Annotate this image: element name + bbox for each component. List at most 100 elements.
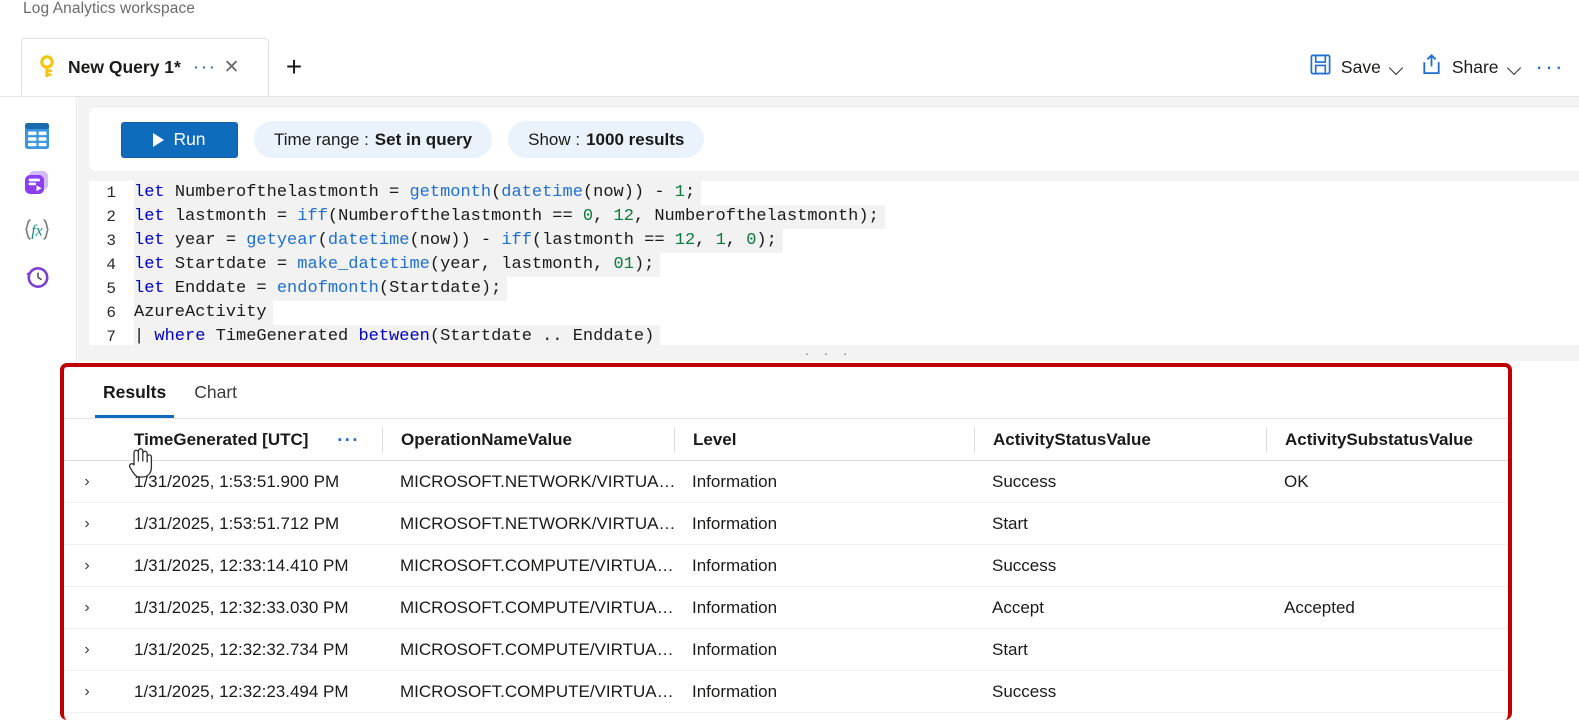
panel-splitter[interactable]: · · · [78,345,1579,361]
results-tab-bar: Results Chart [64,367,1508,419]
time-range-selector[interactable]: Time range : Set in query [254,121,493,158]
query-editor[interactable]: 1 let Numberofthelastmonth = getmonth(dat… [89,181,1579,349]
column-header-activitysubstatusvalue[interactable]: ActivitySubstatusValue [1266,426,1508,453]
row-expand-chevron-icon[interactable]: › [64,557,110,575]
row-expand-chevron-icon[interactable]: › [64,683,110,701]
line-number: 3 [106,232,116,250]
row-expand-chevron-icon[interactable]: › [64,515,110,533]
sidebar-item-tables[interactable] [20,119,60,159]
chevron-down-icon[interactable] [1508,63,1522,72]
show-label: Show : [528,129,581,149]
chevron-down-icon[interactable] [1390,63,1404,72]
cell-timegenerated: 1/31/2025, 12:32:32.734 PM [134,639,349,659]
cell-level: Information [692,639,778,659]
sidebar-item-functions[interactable]: fx [20,213,60,253]
code-text: let Enddate = endofmonth(Startdate); [134,277,508,301]
overflow-menu-icon[interactable]: ··· [1530,56,1579,78]
results-grid: TimeGenerated [UTC] ··· OperationNameVal… [64,419,1508,720]
cell-operationnamevalue: MICROSOFT.COMPUTE/VIRTUA… [400,681,674,701]
table-row[interactable]: › 1/31/2025, 12:33:14.410 PM MICROSOFT.COM… [64,545,1508,587]
row-expand-chevron-icon[interactable]: › [64,599,110,617]
cell-operationnamevalue: MICROSOFT.NETWORK/VIRTUA… [400,471,676,491]
column-header-operationnamevalue[interactable]: OperationNameValue [382,426,674,453]
code-line: 2 let lastmonth = iff(Numberofthelastmont… [89,205,1579,229]
cell-operationnamevalue: MICROSOFT.COMPUTE/VIRTUA… [400,597,674,617]
results-panel: Results Chart TimeGenerated [UTC] ··· Ope… [64,367,1508,720]
show-results-selector[interactable]: Show : 1000 results [508,121,705,158]
cell-activitystatusvalue: Success [992,555,1057,575]
run-button[interactable]: Run [121,121,238,158]
table-row[interactable]: › 1/31/2025, 1:53:51.712 PM MICROSOFT.NETW… [64,503,1508,545]
code-line: 3 let year = getyear(datetime(now)) - iff… [89,229,1579,253]
cell-timegenerated: 1/31/2025, 1:53:51.712 PM [134,513,340,533]
share-button[interactable]: Share [1412,47,1530,87]
run-label: Run [173,129,206,149]
query-tab-title: New Query 1* [68,56,181,77]
time-range-label: Time range : [274,129,369,149]
table-row[interactable]: › 1/31/2025, 12:32:32.734 PM MICROSOFT.COM… [64,629,1508,671]
line-number: 4 [106,256,116,274]
cell-activitysubstatusvalue: Accepted [1284,597,1355,617]
code-line: 1 let Numberofthelastmonth = getmonth(dat… [89,181,1579,205]
column-header-activitystatusvalue[interactable]: ActivityStatusValue [974,426,1266,453]
cell-level: Information [692,513,778,533]
key-icon [36,55,58,79]
query-toolbar: Run Time range : Set in query Show : 100… [89,108,1579,171]
code-line: 4 let Startdate = make_datetime(year, las… [89,253,1579,277]
top-toolbar: Save Share ··· [1301,38,1579,96]
cell-activitystatusvalue: Start [992,639,1028,659]
line-number: 2 [106,208,116,226]
code-text: let year = getyear(datetime(now)) - iff(… [134,229,783,253]
row-expand-chevron-icon[interactable]: › [64,641,110,659]
history-icon [20,267,54,298]
row-expand-chevron-icon[interactable]: › [64,473,110,491]
cell-operationnamevalue: MICROSOFT.COMPUTE/VIRTUA… [400,555,674,575]
table-row[interactable]: › 1/31/2025, 12:32:33.030 PM MICROSOFT.COM… [64,587,1508,629]
cell-level: Information [692,597,778,617]
cell-activitystatusvalue: Success [992,681,1057,701]
cell-level: Information [692,555,778,575]
cell-operationnamevalue: MICROSOFT.COMPUTE/VIRTUA… [400,639,674,659]
play-icon [153,132,165,147]
cell-timegenerated: 1/31/2025, 12:32:33.030 PM [134,597,349,617]
splitter-handle-icon: · · · [804,344,853,362]
tables-icon [20,123,54,157]
sidebar-item-queries[interactable] [20,166,60,206]
column-menu-icon[interactable]: ··· [337,431,360,449]
share-label: Share [1451,56,1499,77]
table-row[interactable]: › 1/31/2025, 12:32:23.494 PM MICROSOFT.COM… [64,671,1508,713]
new-tab-button[interactable]: + [278,52,310,84]
query-panel: Run Time range : Set in query Show : 100… [78,97,1579,359]
code-text: let lastmonth = iff(Numberofthelastmonth… [134,205,885,229]
column-header-level[interactable]: Level [674,426,974,453]
close-icon[interactable]: ✕ [221,58,243,77]
cell-timegenerated: 1/31/2025, 12:32:23.494 PM [134,681,349,701]
functions-icon: fx [20,219,54,251]
sidebar-item-query-history[interactable] [20,260,60,300]
svg-text:fx: fx [31,223,43,240]
column-header-timegenerated-label: TimeGenerated [UTC] [134,429,309,449]
cell-activitystatusvalue: Success [992,471,1057,491]
query-tab-new-query-1[interactable]: New Query 1* ··· ✕ [21,38,269,96]
tab-strip: New Query 1* ··· ✕ + Save Share ··· [0,38,1579,97]
tab-results[interactable]: Results [89,367,180,418]
line-number: 5 [106,280,116,298]
cell-timegenerated: 1/31/2025, 1:53:51.900 PM [134,471,340,491]
code-text: let Numberofthelastmonth = getmonth(date… [134,181,702,205]
code-text: AzureActivity [134,301,273,325]
column-header-timegenerated[interactable]: TimeGenerated [UTC] ··· [110,430,382,450]
cell-activitysubstatusvalue: OK [1284,471,1309,491]
table-row[interactable]: › 1/31/2025, 1:53:51.900 PM MICROSOFT.NETW… [64,461,1508,503]
code-line: 5 let Enddate = endofmonth(Startdate); [89,277,1579,301]
line-number: 6 [106,304,116,322]
tab-chart[interactable]: Chart [180,367,251,418]
query-tab-menu-icon[interactable]: ··· [193,58,217,77]
save-button[interactable]: Save [1301,47,1412,87]
save-floppy-icon [1309,53,1332,81]
cell-level: Information [692,681,778,701]
time-range-value: Set in query [374,129,473,149]
cell-operationnamevalue: MICROSOFT.NETWORK/VIRTUA… [400,513,676,533]
results-grid-header: TimeGenerated [UTC] ··· OperationNameVal… [64,419,1508,461]
save-label: Save [1340,56,1381,77]
breadcrumb: Log Analytics workspace [23,0,196,17]
